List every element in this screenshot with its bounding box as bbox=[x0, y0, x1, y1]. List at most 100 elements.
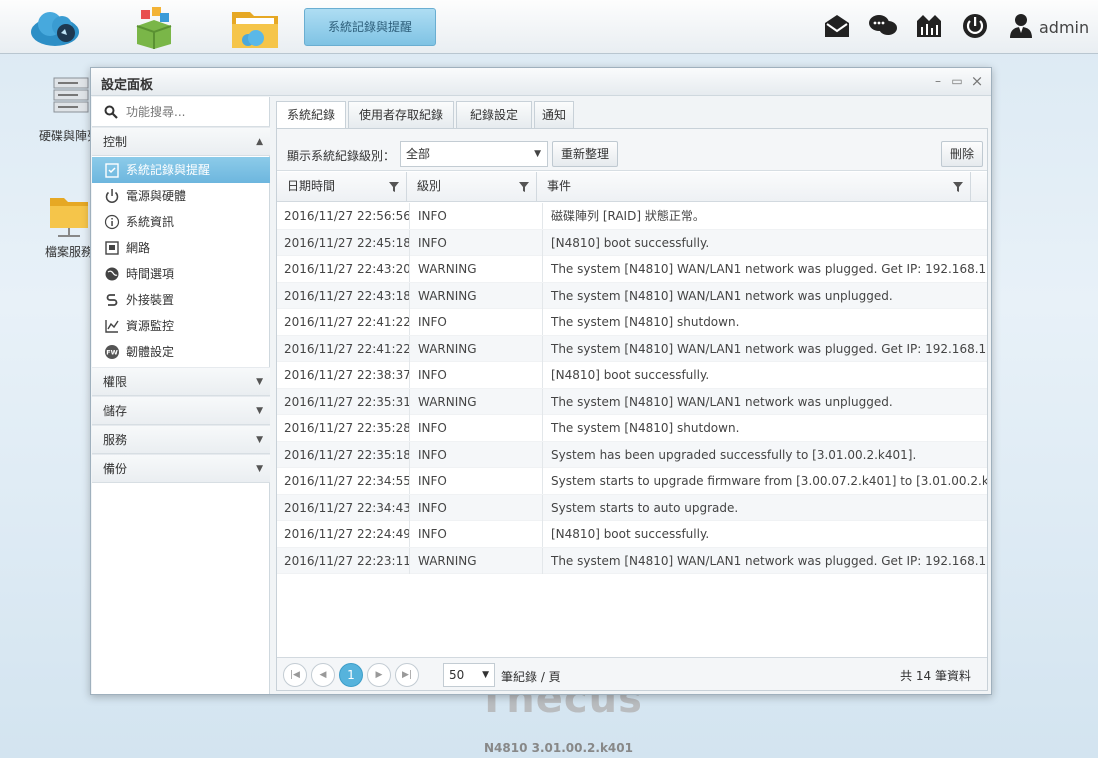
tab-user-access-log[interactable]: 使用者存取紀錄 bbox=[348, 101, 454, 129]
chat-icon[interactable] bbox=[868, 13, 897, 39]
chart-icon bbox=[105, 320, 119, 333]
per-page-select[interactable]: 50 ▼ bbox=[443, 663, 495, 687]
table-row[interactable]: 2016/11/27 22:41:22 INFO The system [N4810… bbox=[277, 309, 987, 336]
sidebar-item-resource-monitor[interactable]: 資源監控 bbox=[92, 313, 270, 339]
sidebar-item-label: 外接裝置 bbox=[126, 293, 175, 307]
tab-log-settings[interactable]: 紀錄設定 bbox=[456, 101, 532, 129]
table-row[interactable]: 2016/11/27 22:35:28 INFO The system [N4810… bbox=[277, 415, 987, 442]
search-input[interactable] bbox=[126, 103, 261, 121]
search-icon bbox=[104, 105, 118, 119]
window-title: 設定面板 bbox=[101, 78, 154, 93]
cell-datetime: 2016/11/27 22:24:49 bbox=[277, 521, 410, 547]
tab-system-log[interactable]: 系統紀錄 bbox=[276, 101, 346, 131]
sidebar-item-label: 資源監控 bbox=[126, 319, 175, 333]
checklist-icon bbox=[105, 163, 119, 178]
sidebar-item-label: 系統記錄與提醒 bbox=[126, 163, 211, 177]
pagination-bar: |◀ ◀ 1 ▶ ▶| 50 ▼ 筆紀錄 / 頁 共 14 筆資料 bbox=[277, 657, 987, 690]
cell-event: The system [N4810] WAN/LAN1 network was … bbox=[551, 341, 987, 356]
table-row[interactable]: 2016/11/27 22:34:43 INFO System starts to … bbox=[277, 494, 987, 521]
sidebar-item-power-hardware[interactable]: 電源與硬體 bbox=[92, 183, 270, 209]
level-select[interactable]: 全部 ▼ bbox=[400, 141, 548, 167]
next-page-button[interactable]: ▶ bbox=[367, 663, 391, 687]
monitor-icon[interactable] bbox=[915, 13, 943, 39]
sidebar-item-time[interactable]: 時間選項 bbox=[92, 261, 270, 287]
filter-icon[interactable] bbox=[518, 181, 530, 193]
current-page-button[interactable]: 1 bbox=[339, 663, 363, 687]
table-row[interactable]: 2016/11/27 22:34:55 INFO System starts to … bbox=[277, 468, 987, 495]
table-row[interactable]: 2016/11/27 22:23:11 WARNING The system [N4… bbox=[277, 547, 987, 574]
column-header-level[interactable]: 級別 bbox=[407, 172, 537, 202]
cell-level: INFO bbox=[410, 468, 543, 494]
cell-level: WARNING bbox=[410, 335, 543, 362]
file-manager-icon[interactable] bbox=[228, 4, 282, 50]
table-row[interactable]: 2016/11/27 22:56:56 INFO 磁碟陣列 [RAID] 狀態正常。 bbox=[277, 203, 987, 230]
mail-icon[interactable] bbox=[823, 13, 851, 39]
table-row[interactable]: 2016/11/27 22:24:49 INFO [N4810] boot succ… bbox=[277, 521, 987, 548]
close-button[interactable]: × bbox=[970, 74, 984, 89]
minimize-button[interactable]: – bbox=[931, 74, 945, 88]
sidebar-item-label: 系統資訊 bbox=[126, 215, 175, 229]
column-header-datetime[interactable]: 日期時間 bbox=[277, 172, 407, 202]
table-row[interactable]: 2016/11/27 22:43:20 WARNING The system [N4… bbox=[277, 256, 987, 283]
prev-page-button[interactable]: ◀ bbox=[311, 663, 335, 687]
cell-event: System starts to upgrade firmware from [… bbox=[551, 474, 987, 488]
cell-event: The system [N4810] WAN/LAN1 network was … bbox=[551, 553, 987, 568]
firmware-icon: FW bbox=[105, 345, 119, 359]
maximize-button[interactable]: ▭ bbox=[950, 74, 964, 88]
tab-notifications[interactable]: 通知 bbox=[534, 101, 574, 129]
storage-icon bbox=[53, 77, 89, 113]
sidebar-item-external-devices[interactable]: 外接裝置 bbox=[92, 287, 270, 313]
column-header-event[interactable]: 事件 bbox=[537, 172, 971, 202]
table-row[interactable]: 2016/11/27 22:43:18 WARNING The system [N4… bbox=[277, 282, 987, 309]
total-count: 共 14 筆資料 bbox=[900, 669, 971, 683]
table-row[interactable]: 2016/11/27 22:41:22 WARNING The system [N4… bbox=[277, 335, 987, 362]
delete-button[interactable]: 刪除 bbox=[941, 141, 983, 167]
sidebar-item-system-info[interactable]: 系統資訊 bbox=[92, 209, 270, 235]
cell-datetime: 2016/11/27 22:43:20 bbox=[277, 256, 410, 282]
table-row[interactable]: 2016/11/27 22:45:18 INFO [N4810] boot succ… bbox=[277, 229, 987, 256]
column-header-label: 事件 bbox=[547, 179, 572, 193]
cell-event: The system [N4810] shutdown. bbox=[551, 421, 740, 435]
last-page-button[interactable]: ▶| bbox=[395, 663, 419, 687]
window-titlebar[interactable]: 設定面板 – ▭ × bbox=[91, 68, 991, 96]
collapse-arrow-icon: ▲ bbox=[256, 137, 263, 147]
filter-icon[interactable] bbox=[388, 181, 400, 193]
cloud-app-icon[interactable] bbox=[28, 4, 82, 50]
section-control[interactable]: 控制 ▲ bbox=[92, 127, 270, 156]
table-row[interactable]: 2016/11/27 22:35:31 WARNING The system [N4… bbox=[277, 388, 987, 415]
first-page-button[interactable]: |◀ bbox=[283, 663, 307, 687]
cell-event: System starts to auto upgrade. bbox=[551, 500, 739, 515]
cell-event: The system [N4810] WAN/LAN1 network was … bbox=[551, 394, 893, 409]
cell-datetime: 2016/11/27 22:34:43 bbox=[277, 494, 410, 521]
cell-datetime: 2016/11/27 22:43:18 bbox=[277, 282, 410, 309]
sidebar-item-label: 韌體設定 bbox=[126, 345, 175, 359]
active-app-tab[interactable]: 系統記錄與提醒 bbox=[304, 8, 436, 46]
cell-event: [N4810] boot successfully. bbox=[551, 527, 710, 541]
cell-event: The system [N4810] shutdown. bbox=[551, 315, 740, 329]
sidebar-item-system-log[interactable]: 系統記錄與提醒 bbox=[92, 157, 270, 183]
cell-datetime: 2016/11/27 22:35:31 bbox=[277, 388, 410, 415]
section-backup[interactable]: 備份 ▼ bbox=[92, 454, 270, 483]
section-services[interactable]: 服務 ▼ bbox=[92, 425, 270, 454]
cell-datetime: 2016/11/27 22:35:18 bbox=[277, 441, 410, 468]
expand-arrow-icon: ▼ bbox=[256, 406, 263, 416]
sidebar-item-firmware[interactable]: FW 韌體設定 bbox=[92, 339, 270, 365]
power-icon[interactable] bbox=[961, 13, 989, 39]
cell-level: INFO bbox=[410, 494, 543, 521]
section-permissions[interactable]: 權限 ▼ bbox=[92, 367, 270, 396]
section-storage[interactable]: 儲存 ▼ bbox=[92, 396, 270, 425]
user-icon[interactable] bbox=[1008, 13, 1036, 39]
dropdown-arrow-icon: ▼ bbox=[534, 149, 541, 159]
table-row[interactable]: 2016/11/27 22:35:18 INFO System has been u… bbox=[277, 441, 987, 468]
refresh-button[interactable]: 重新整理 bbox=[552, 141, 618, 167]
sidebar-item-network[interactable]: 網路 bbox=[92, 235, 270, 261]
cell-level: INFO bbox=[410, 203, 543, 229]
username-label[interactable]: admin bbox=[1039, 18, 1089, 37]
table-row[interactable]: 2016/11/27 22:38:37 INFO [N4810] boot succ… bbox=[277, 362, 987, 389]
svg-text:FW: FW bbox=[106, 349, 118, 357]
app-center-icon[interactable] bbox=[127, 4, 181, 50]
cell-level: INFO bbox=[410, 229, 543, 256]
filter-icon[interactable] bbox=[952, 181, 964, 193]
cell-datetime: 2016/11/27 22:35:28 bbox=[277, 415, 410, 441]
cell-level: INFO bbox=[410, 362, 543, 388]
